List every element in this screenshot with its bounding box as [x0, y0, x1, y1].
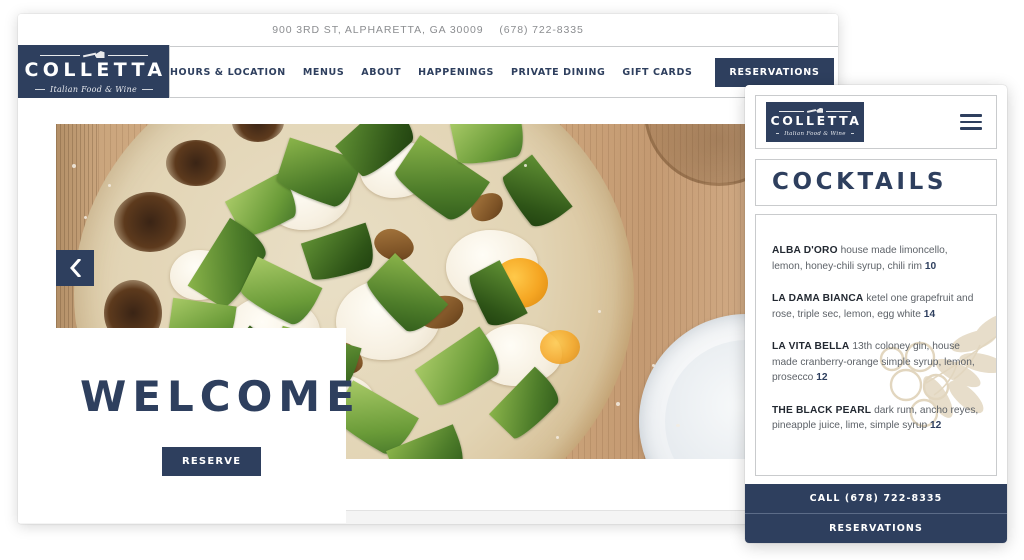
mobile-site-card: COLLETTA Italian Food & Wine COCKTAILS A…	[745, 85, 1007, 543]
cocktail-name: THE BLACK PEARL	[772, 404, 872, 416]
cocktail-name: LA DAMA BIANCA	[772, 293, 864, 304]
cocktail-name: ALBA D'ORO	[772, 245, 838, 256]
address-text: 900 3RD ST, ALPHARETTA, GA 30009	[272, 24, 484, 36]
menu-section-title: COCKTAILS	[772, 169, 948, 195]
pizza-peel-icon	[807, 108, 823, 115]
logo-rule-right	[107, 54, 148, 57]
cocktail-name: LA VITA BELLA	[772, 341, 850, 352]
logo-wordmark: COLLETTA	[24, 59, 167, 81]
hamburger-bar-3	[960, 127, 982, 130]
menu-items-panel: ALBA D'ORO house made limoncello, lemon,…	[755, 214, 997, 476]
hamburger-bar-2	[960, 120, 982, 124]
nav-item-gift-cards[interactable]: GIFT CARDS	[622, 67, 692, 78]
mobile-logo-rule-left	[779, 110, 804, 112]
nav-item-menus[interactable]: MENUS	[303, 67, 344, 78]
reservations-button[interactable]: RESERVATIONS	[715, 57, 834, 87]
nav-item-happenings[interactable]: HAPPENINGS	[418, 67, 494, 78]
list-item: LA DAMA BIANCA ketel one grapefruit and …	[772, 291, 980, 322]
screenshot-stage: 900 3RD ST, ALPHARETTA, GA 30009 (678) 7…	[0, 0, 1024, 560]
menu-section-header: COCKTAILS	[755, 159, 997, 206]
address-line: 900 3RD ST, ALPHARETTA, GA 30009 (678) 7…	[272, 24, 584, 36]
mobile-logo-bottom-rule: Italian Food & Wine	[776, 131, 854, 137]
nav-item-about[interactable]: ABOUT	[361, 67, 401, 78]
pizza-peel-icon	[83, 51, 105, 60]
cocktail-price: 10	[924, 260, 937, 272]
primary-navbar: COLLETTA Italian Food & Wine HOURS & LOC…	[18, 45, 838, 99]
hero-white-panel	[18, 328, 346, 523]
logo-bottom-rule: Italian Food & Wine	[34, 85, 153, 94]
mobile-header: COLLETTA Italian Food & Wine	[755, 95, 997, 149]
mobile-logo-rule-left-2	[776, 133, 780, 135]
list-item: ALBA D'ORO house made limoncello, lemon,…	[772, 243, 980, 274]
logo-rule-right-2	[142, 88, 153, 91]
cocktail-price: 12	[930, 420, 942, 431]
mobile-logo-tagline: Italian Food & Wine	[784, 130, 846, 137]
hero-heading: WELCOME	[80, 372, 361, 421]
phone-text[interactable]: (678) 722-8335	[499, 24, 583, 36]
mobile-site-logo[interactable]: COLLETTA Italian Food & Wine	[766, 102, 864, 142]
hero-section: WELCOME RESERVE	[18, 98, 838, 523]
logo-rule-left	[39, 54, 80, 57]
logo-tagline: Italian Food & Wine	[49, 85, 138, 94]
mobile-logo-rule-right	[826, 110, 851, 112]
mobile-logo-rule-right-2	[850, 133, 854, 135]
nav-links: HOURS & LOCATION MENUS ABOUT HAPPENINGS …	[170, 47, 838, 97]
cocktail-list: ALBA D'ORO house made limoncello, lemon,…	[756, 215, 996, 434]
hamburger-menu-icon[interactable]	[960, 114, 982, 130]
cocktail-price: 12	[816, 372, 828, 383]
mobile-logo-wordmark: COLLETTA	[770, 113, 862, 129]
logo-rule-left-2	[34, 88, 45, 91]
hamburger-bar-1	[960, 114, 982, 117]
site-logo[interactable]: COLLETTA Italian Food & Wine	[18, 45, 170, 99]
desktop-site-card: 900 3RD ST, ALPHARETTA, GA 30009 (678) 7…	[18, 14, 838, 524]
mobile-reservations-button[interactable]: RESERVATIONS	[745, 514, 1007, 543]
nav-item-private-dining[interactable]: PRIVATE DINING	[511, 67, 605, 78]
cocktail-price: 14	[923, 308, 936, 320]
nav-item-hours-location[interactable]: HOURS & LOCATION	[170, 67, 286, 78]
call-button[interactable]: CALL (678) 722-8335	[745, 484, 1007, 514]
chevron-left-icon	[70, 259, 81, 277]
utility-address-bar: 900 3RD ST, ALPHARETTA, GA 30009 (678) 7…	[18, 14, 838, 46]
reserve-button[interactable]: RESERVE	[162, 447, 262, 476]
carousel-prev-button[interactable]	[56, 250, 94, 286]
list-item: THE BLACK PEARL dark rum, ancho reyes, p…	[772, 403, 980, 434]
list-item: LA VITA BELLA 13th coloney gin, house ma…	[772, 339, 980, 386]
